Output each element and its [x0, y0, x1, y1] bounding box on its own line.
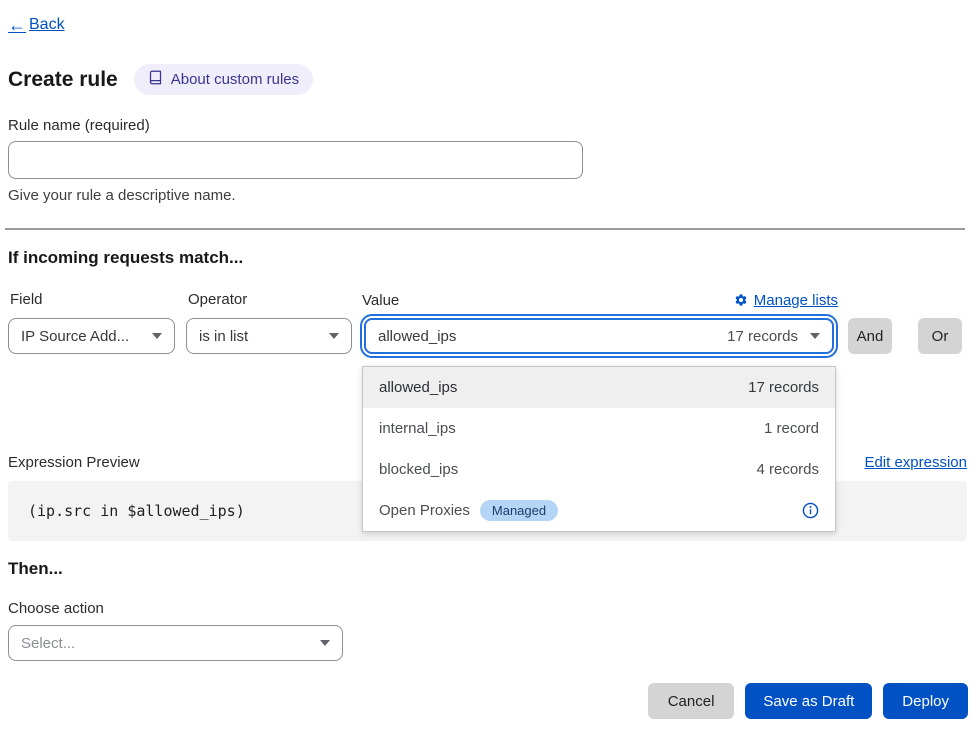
- chevron-down-icon: [810, 333, 820, 339]
- managed-badge: Managed: [480, 500, 558, 521]
- cancel-button[interactable]: Cancel: [648, 683, 735, 719]
- gear-icon: [734, 293, 748, 307]
- list-item-name: blocked_ips: [379, 461, 756, 478]
- manage-lists-link[interactable]: Manage lists: [734, 292, 838, 309]
- manage-lists-label: Manage lists: [754, 292, 838, 309]
- operator-label: Operator: [186, 291, 352, 309]
- footer-actions: Cancel Save as Draft Deploy: [8, 683, 968, 719]
- page-title: Create rule: [8, 68, 118, 92]
- back-link[interactable]: ← Back: [8, 16, 65, 34]
- field-column: Field IP Source Add...: [8, 291, 175, 354]
- value-select-count: 17 records: [727, 328, 798, 345]
- chevron-down-icon: [329, 333, 339, 339]
- field-select[interactable]: IP Source Add...: [8, 318, 175, 354]
- field-label: Field: [8, 291, 175, 309]
- chevron-down-icon: [152, 333, 162, 339]
- edit-expression-link[interactable]: Edit expression: [864, 454, 967, 471]
- info-icon[interactable]: [802, 502, 819, 519]
- value-column: Value Manage lists allowed_ips 17 record…: [360, 291, 838, 354]
- value-select-name: allowed_ips: [378, 328, 727, 345]
- rule-name-helper: Give your rule a descriptive name.: [8, 187, 236, 204]
- back-arrow-icon: ←: [8, 16, 26, 34]
- list-item[interactable]: internal_ips 1 record: [363, 408, 835, 449]
- list-item-count: 1 record: [764, 420, 819, 437]
- title-row: Create rule About custom rules: [8, 64, 313, 95]
- list-item-name: Open Proxies: [379, 502, 470, 519]
- action-select[interactable]: Select...: [8, 625, 343, 661]
- save-as-draft-button[interactable]: Save as Draft: [745, 683, 872, 719]
- or-button[interactable]: Or: [918, 318, 962, 354]
- condition-row: Field IP Source Add... Operator is in li…: [8, 291, 962, 354]
- value-label: Value: [362, 292, 399, 309]
- back-label: Back: [29, 16, 65, 34]
- list-item[interactable]: blocked_ips 4 records: [363, 449, 835, 490]
- then-section-heading: Then...: [8, 559, 63, 579]
- expression-preview-label: Expression Preview: [8, 454, 140, 471]
- match-section-heading: If incoming requests match...: [8, 248, 243, 268]
- expression-code: (ip.src in $allowed_ips): [28, 502, 245, 520]
- about-custom-rules-link[interactable]: About custom rules: [134, 64, 313, 95]
- rule-name-label: Rule name (required): [8, 117, 150, 134]
- list-item[interactable]: allowed_ips 17 records: [363, 367, 835, 408]
- operator-select[interactable]: is in list: [186, 318, 352, 354]
- list-item-name: allowed_ips: [379, 379, 748, 396]
- chevron-down-icon: [320, 640, 330, 646]
- about-custom-rules-label: About custom rules: [171, 71, 299, 88]
- value-select[interactable]: allowed_ips 17 records: [364, 318, 834, 354]
- list-item[interactable]: Open Proxies Managed: [363, 490, 835, 531]
- operator-column: Operator is in list: [186, 291, 352, 354]
- book-icon: [148, 70, 163, 89]
- deploy-button[interactable]: Deploy: [883, 683, 968, 719]
- list-item-name: internal_ips: [379, 420, 764, 437]
- and-or-group: And Or: [848, 291, 962, 354]
- action-select-placeholder: Select...: [21, 635, 320, 652]
- rule-name-input[interactable]: [8, 141, 583, 179]
- field-select-value: IP Source Add...: [21, 328, 152, 345]
- list-item-count: 17 records: [748, 379, 819, 396]
- choose-action-label: Choose action: [8, 600, 104, 617]
- value-header: Value Manage lists: [360, 291, 838, 309]
- and-button[interactable]: And: [848, 318, 892, 354]
- section-divider: [5, 228, 965, 230]
- operator-select-value: is in list: [199, 328, 329, 345]
- list-dropdown-panel: allowed_ips 17 records internal_ips 1 re…: [362, 366, 836, 532]
- list-item-count: 4 records: [756, 461, 819, 478]
- create-rule-page: ← Back Create rule About custom rules Ru…: [0, 0, 979, 739]
